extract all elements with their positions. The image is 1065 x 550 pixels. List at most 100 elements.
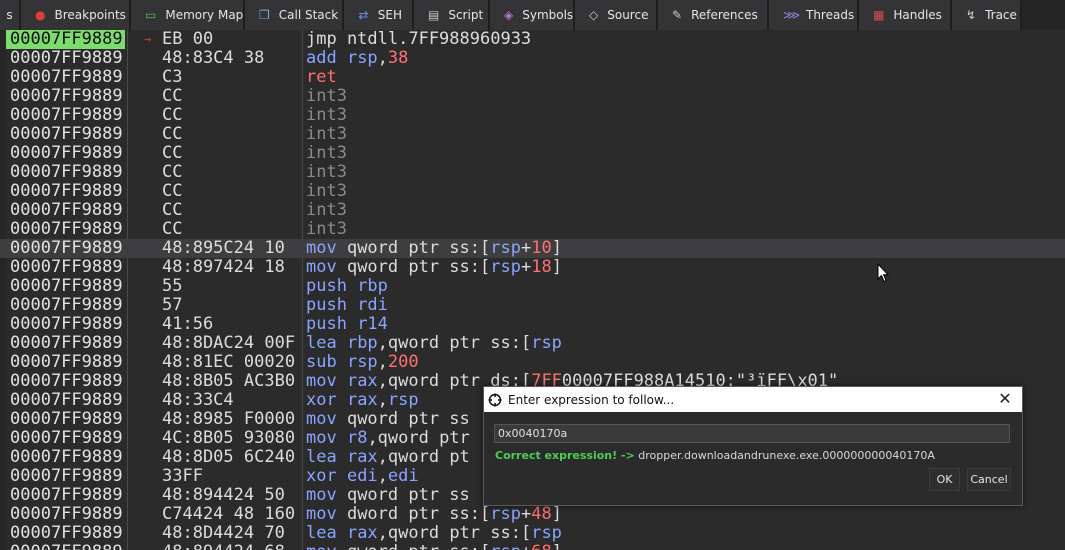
instruction-token: rax: [346, 371, 378, 391]
row-address: 00007FF9889: [10, 277, 123, 296]
row-address: 00007FF9889: [10, 201, 123, 220]
tab-label: Threads: [806, 8, 855, 22]
row-address: 00007FF9889: [10, 372, 123, 391]
row-bytes: CC: [162, 163, 183, 182]
disassembly-row[interactable]: 00007FF9889 48:895C24 10 mov qword ptr ss:…: [0, 239, 1065, 258]
disassembly-row[interactable]: 00007FF9889 55 push rbp: [0, 277, 1065, 296]
row-address: 00007FF9889: [6, 30, 125, 49]
breakpoint-icon: ●: [35, 8, 46, 22]
row-bytes: 4C:8B05 93080: [162, 429, 296, 448]
tab-seh[interactable]: ⇄ SEH: [344, 0, 414, 30]
instruction-token: 68: [531, 542, 551, 550]
status-ok-text: Correct expression! ->: [495, 449, 635, 462]
disassembly-row[interactable]: 00007FF9889 57 push rdi: [0, 296, 1065, 315]
row-address: 00007FF9889: [10, 163, 123, 182]
instruction-token: rsp: [346, 48, 378, 68]
disassembly-row[interactable]: 00007FF9889 48:894424 68 mov qword ptr ss:…: [0, 543, 1065, 550]
instruction-token: lea: [306, 447, 347, 467]
disassembly-row[interactable]: 00007FF9889 CC int3: [0, 144, 1065, 163]
instruction-token: r8: [346, 428, 368, 448]
tab-references[interactable]: ✎ References: [658, 0, 769, 30]
disassembly-row[interactable]: 00007FF9889 CC int3: [0, 125, 1065, 144]
close-icon[interactable]: ✕: [996, 390, 1014, 408]
disassembly-row[interactable]: 00007FF9889 48:83C4 38 add rsp,38: [0, 49, 1065, 68]
row-instruction: push r14: [306, 315, 388, 334]
tab-symbols[interactable]: ◈ Symbols: [490, 0, 575, 30]
row-bytes: C3: [162, 68, 183, 87]
row-address: 00007FF9889: [10, 239, 123, 258]
tab-label: s: [6, 8, 13, 22]
tab-label: Memory Map: [165, 8, 244, 22]
row-bytes: 48:894424 68: [162, 543, 300, 550]
instruction-token: rsp: [531, 523, 562, 543]
instruction-token: mov: [306, 238, 347, 258]
tab-threads[interactable]: ⋙ Threads: [769, 0, 859, 30]
instruction-token: qword ptr ss:[: [346, 238, 491, 258]
instruction-token: lea: [306, 523, 347, 543]
tab-script[interactable]: ▤ Script: [414, 0, 490, 30]
disassembly-row[interactable]: 00007FF9889 CC int3: [0, 87, 1065, 106]
tab-label: SEH: [377, 8, 402, 22]
disassembly-row[interactable]: 00007FF9889 CC int3: [0, 220, 1065, 239]
disassembly-row[interactable]: 00007FF9889 CC int3: [0, 182, 1065, 201]
tab-label: Call Stack: [278, 8, 339, 22]
disassembly-row[interactable]: 00007FF9889 CC int3: [0, 201, 1065, 220]
instruction-token: mov: [306, 257, 347, 277]
tab-label: Source: [607, 8, 649, 22]
ok-button[interactable]: OK: [929, 468, 960, 491]
disassembly-row[interactable]: 00007FF9889 C3 ret: [0, 68, 1065, 87]
disassembly-row[interactable]: 00007FF9889 48:897424 18 mov qword ptr ss:…: [0, 258, 1065, 277]
tab-s[interactable]: s: [0, 0, 21, 30]
row-instruction: int3: [306, 163, 347, 182]
instruction-token: qword ptr ss: [346, 409, 470, 429]
instruction-token: ]: [552, 542, 562, 550]
instruction-token: sub: [306, 352, 347, 372]
disassembly-row[interactable]: 00007FF9889 48:8D4424 70 lea rax,qword ptr…: [0, 524, 1065, 543]
row-bytes: 48:8B05 AC3B0: [162, 372, 296, 391]
tab-handles[interactable]: ▦ Handles: [859, 0, 952, 30]
row-bytes: 33FF: [162, 467, 203, 486]
instruction-token: mov: [306, 504, 347, 524]
disassembly-row[interactable]: 00007FF9889 CC int3: [0, 163, 1065, 182]
disassembly-row[interactable]: 00007FF9889 C74424 48 160 mov dword ptr ss…: [0, 505, 1065, 524]
instruction-token: +: [520, 257, 532, 277]
instruction-token: 18: [531, 257, 552, 277]
instruction-token: ,qword pt: [377, 447, 470, 467]
tab-call-stack[interactable]: ❐ Call Stack: [245, 0, 344, 30]
disassembly-row[interactable]: 00007FF9889 48:81EC 00020 sub rsp,200: [0, 353, 1065, 372]
disassembly-row[interactable]: 00007FF9889 → EB 00 jmp ntdll.7FF988960933: [0, 30, 1065, 49]
instruction-token: edi: [387, 466, 419, 486]
tab-source[interactable]: ◇ Source: [575, 0, 658, 30]
instruction-token: lea: [306, 333, 347, 353]
row-bytes: 48:8D4424 70: [162, 524, 285, 543]
row-instruction: int3: [306, 144, 347, 163]
row-bytes: 48:8985 F0000: [162, 410, 296, 429]
instruction-token: rsp: [531, 333, 562, 353]
cancel-button[interactable]: Cancel: [967, 468, 1011, 491]
instruction-token: rsp: [346, 352, 378, 372]
memory-map-icon: ▭: [145, 8, 157, 22]
dialog-title-bar[interactable]: Enter expression to follow... ✕: [484, 387, 1022, 412]
row-address: 00007FF9889: [10, 220, 123, 239]
tab-trace[interactable]: ↯ Trace: [952, 0, 1022, 30]
row-address: 00007FF9889: [10, 258, 123, 277]
status-result-text: dropper.downloadandrunexe.exe.0000000000…: [638, 449, 935, 462]
row-bytes: CC: [162, 125, 183, 144]
row-bytes: CC: [162, 182, 183, 201]
row-address: 00007FF9889: [10, 391, 123, 410]
disassembly-row[interactable]: 00007FF9889 CC int3: [0, 106, 1065, 125]
row-address: 00007FF9889: [10, 448, 123, 467]
instruction-token: edi: [346, 466, 378, 486]
instruction-token: dword ptr ss:[: [346, 504, 491, 524]
expression-input[interactable]: [494, 424, 1010, 443]
disassembly-row[interactable]: 00007FF9889 48:8DAC24 00F lea rbp,qword pt…: [0, 334, 1065, 353]
row-instruction: int3: [306, 220, 347, 239]
instruction-token: rsp: [490, 257, 521, 277]
tab-breakpoints[interactable]: ● Breakpoints: [21, 0, 131, 30]
disassembly-row[interactable]: 00007FF9889 41:56 push r14: [0, 315, 1065, 334]
row-instruction: mov qword ptr ss:[rsp+68]: [306, 543, 562, 550]
row-instruction: xor rax,rsp: [306, 391, 419, 410]
dialog-title: Enter expression to follow...: [508, 392, 675, 407]
tab-memory-map[interactable]: ▭ Memory Map: [131, 0, 245, 30]
row-instruction: mov r8,qword ptr: [306, 429, 470, 448]
